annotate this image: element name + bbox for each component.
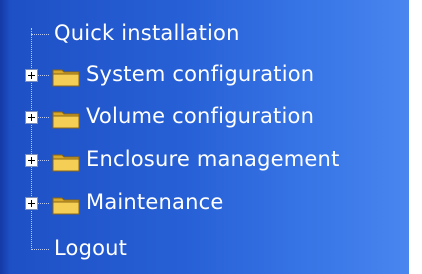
menu-item-label: Quick installation (54, 21, 240, 45)
folder-icon (52, 69, 80, 87)
plus-box-icon[interactable] (25, 154, 38, 167)
menu-item-label: Enclosure management (86, 147, 340, 171)
menu-item-label: Maintenance (86, 190, 224, 214)
menu-item-maintenance[interactable]: Maintenance (0, 183, 400, 225)
menu-item-label: Logout (54, 236, 128, 260)
menu-item-enclosure-management[interactable]: Enclosure management (0, 140, 400, 182)
menu-item-logout[interactable]: Logout (0, 229, 400, 271)
tree-connector (31, 34, 49, 35)
menu-item-label: Volume configuration (86, 104, 315, 128)
plus-box-icon[interactable] (25, 69, 38, 82)
menu-item-label: System configuration (86, 62, 315, 86)
plus-box-icon[interactable] (25, 111, 38, 124)
menu-item-quick-installation[interactable]: Quick installation (0, 14, 400, 56)
tree-connector (31, 249, 49, 250)
menu-item-system-configuration[interactable]: System configuration (0, 55, 400, 97)
navigation-tree: Quick installation System configuration … (0, 0, 409, 274)
folder-icon (52, 154, 80, 172)
menu-item-volume-configuration[interactable]: Volume configuration (0, 97, 400, 139)
plus-box-icon[interactable] (25, 197, 38, 210)
folder-icon (52, 111, 80, 129)
folder-icon (52, 197, 80, 215)
